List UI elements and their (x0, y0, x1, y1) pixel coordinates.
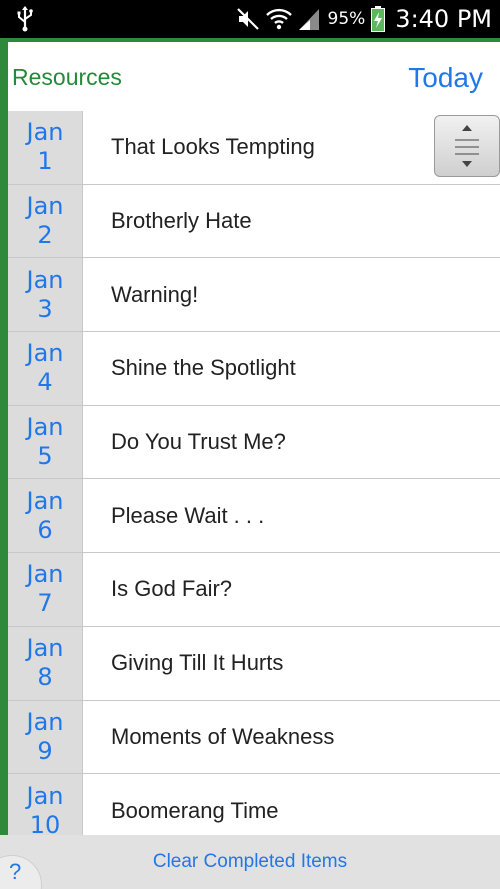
resources-button[interactable]: Resources (12, 64, 122, 91)
date-month: Jan (26, 265, 64, 294)
list-item[interactable]: Jan 5 Do You Trust Me? (8, 405, 500, 480)
item-title: Brotherly Hate (111, 208, 252, 234)
help-icon: ? (9, 859, 22, 884)
date-day: 4 (37, 368, 53, 397)
signal-icon (298, 9, 319, 30)
date-cell: Jan 7 (8, 553, 83, 626)
item-title: That Looks Tempting (111, 134, 315, 160)
list-item[interactable]: Jan 10 Boomerang Time (8, 774, 500, 835)
date-day: 1 (37, 147, 53, 176)
date-cell: Jan 5 (8, 405, 83, 479)
date-month: Jan (26, 560, 64, 589)
list-item[interactable]: Jan 3 Warning! (8, 258, 500, 333)
item-title: Please Wait . . . (111, 502, 265, 528)
date-month: Jan (26, 413, 64, 442)
list-item[interactable]: Jan 2 Brotherly Hate (8, 184, 500, 259)
wifi-icon (265, 8, 292, 30)
list-item[interactable]: Jan 7 Is God Fair? (8, 553, 500, 627)
date-cell: Jan 10 (8, 774, 83, 835)
date-day: 6 (37, 515, 53, 544)
date-day: 5 (37, 442, 53, 471)
usb-icon (17, 6, 33, 32)
battery-charging-icon (371, 6, 386, 32)
date-month: Jan (26, 781, 64, 810)
list-item[interactable]: Jan 8 Giving Till It Hurts (8, 626, 500, 701)
date-month: Jan (26, 707, 64, 736)
status-bar: 95% 3:40 PM (0, 0, 500, 38)
date-day: 7 (37, 589, 53, 618)
app-screen: 95% 3:40 PM Resources Today Jan 1 That L… (0, 0, 500, 889)
date-cell: Jan 6 (8, 479, 83, 553)
date-month: Jan (26, 634, 64, 663)
today-button[interactable]: Today (408, 62, 483, 94)
date-cell: Jan 8 (8, 626, 83, 700)
item-title: Giving Till It Hurts (111, 650, 284, 676)
date-month: Jan (26, 118, 64, 147)
item-title: Boomerang Time (111, 797, 279, 823)
date-month: Jan (26, 486, 64, 515)
date-day: 3 (37, 294, 53, 323)
date-cell: Jan 9 (8, 700, 83, 774)
list-item[interactable]: Jan 6 Please Wait . . . (8, 479, 500, 554)
clear-completed-button[interactable]: Clear Completed Items (0, 835, 500, 889)
fast-scroll-handle[interactable] (434, 115, 500, 177)
list-item[interactable]: Jan 4 Shine the Spotlight (8, 332, 500, 406)
accent-left-bar (0, 38, 8, 889)
item-title: Is God Fair? (111, 576, 233, 602)
bottom-bar: Clear Completed Items ? (0, 835, 500, 889)
mute-icon (236, 8, 259, 30)
date-day: 8 (37, 663, 53, 692)
list-item[interactable]: Jan 1 That Looks Tempting (8, 111, 500, 185)
item-title: Moments of Weakness (111, 723, 335, 749)
date-cell: Jan 4 (8, 332, 83, 405)
date-day: 10 (29, 810, 61, 835)
item-title: Warning! (111, 281, 199, 307)
date-day: 9 (37, 736, 53, 765)
date-month: Jan (26, 339, 64, 368)
clock: 3:40 PM (395, 5, 492, 33)
scroll-handle-icon (455, 125, 479, 167)
date-day: 2 (37, 221, 53, 250)
battery-percent: 95% (327, 9, 366, 29)
header: Resources Today (8, 42, 500, 111)
item-title: Do You Trust Me? (111, 429, 286, 455)
list-item[interactable]: Jan 9 Moments of Weakness (8, 700, 500, 775)
item-title: Shine the Spotlight (111, 355, 296, 381)
date-cell: Jan 1 (8, 111, 83, 184)
devotional-list[interactable]: Jan 1 That Looks Tempting Jan 2 Brotherl… (8, 111, 500, 835)
date-cell: Jan 2 (8, 184, 83, 258)
date-cell: Jan 3 (8, 258, 83, 332)
date-month: Jan (26, 192, 64, 221)
